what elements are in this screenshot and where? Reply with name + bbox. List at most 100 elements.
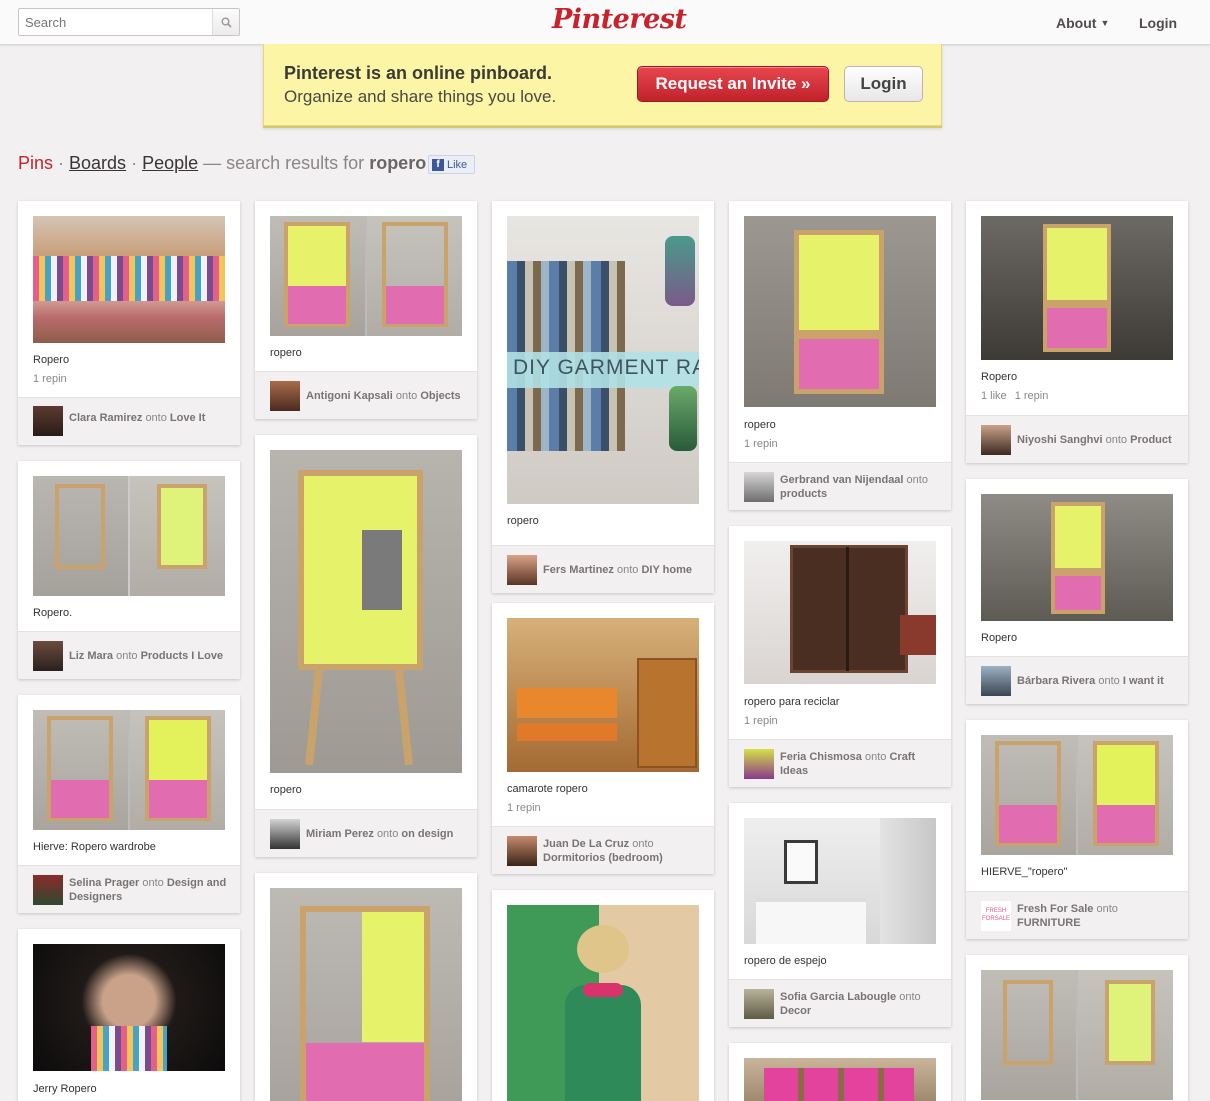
request-invite-button[interactable]: Request an Invite » [637, 66, 829, 102]
pinner-name[interactable]: Miriam Perez [306, 828, 374, 840]
pin-card[interactable] [966, 955, 1188, 1101]
onto-label: onto [145, 412, 167, 424]
pin-image[interactable] [744, 541, 936, 684]
separator: · [126, 153, 143, 173]
pin-attribution: Selina Prager onto Design and Designers [18, 865, 240, 913]
pin-image[interactable] [33, 476, 225, 596]
avatar[interactable] [270, 819, 300, 849]
pin-image[interactable] [33, 944, 225, 1071]
pinner-name[interactable]: Fresh For Sale [1017, 903, 1093, 915]
board-name[interactable]: on design [401, 828, 453, 840]
pin-image[interactable] [507, 905, 699, 1101]
board-name[interactable]: FURNITURE [1017, 917, 1081, 929]
pin-card[interactable]: DIY GARMENT RACK ropero Fers Martinez on… [492, 201, 714, 593]
board-name[interactable]: Dormitorios (bedroom) [543, 852, 663, 864]
pinner-name[interactable]: Niyoshi Sanghvi [1017, 434, 1103, 446]
pin-image[interactable] [981, 216, 1173, 360]
search-input[interactable] [19, 9, 213, 35]
board-name[interactable]: Product [1130, 434, 1172, 446]
pinner-name[interactable]: Clara Ramirez [69, 412, 142, 424]
pin-card[interactable]: Ropero 1 like 1 repin Niyoshi Sanghvi ont… [966, 201, 1188, 463]
avatar[interactable] [744, 749, 774, 779]
pin-attribution: Bárbara Rivera onto I want it [966, 656, 1188, 704]
pinner-name[interactable]: Selina Prager [69, 877, 139, 889]
board-name[interactable]: Objects [420, 390, 460, 402]
avatar[interactable] [744, 472, 774, 502]
pin-description: Ropero [981, 371, 1018, 383]
pin-card[interactable]: ropero para reciclar 1 repin Feria Chism… [729, 526, 951, 787]
pin-image[interactable] [507, 618, 699, 772]
image-overlay-text: DIY GARMENT RACK [513, 356, 699, 379]
pin-image[interactable] [744, 818, 936, 944]
avatar[interactable] [507, 555, 537, 585]
pin-card[interactable]: Hierve: Ropero wardrobe Selina Prager on… [18, 695, 240, 913]
pin-description: HIERVE_"ropero" [981, 866, 1068, 878]
pinner-name[interactable]: Juan De La Cruz [543, 838, 629, 850]
pinner-name[interactable]: Antigoni Kapsali [306, 390, 393, 402]
attribution-text: Gerbrand van Nijendaal onto products [780, 473, 940, 501]
pinner-name[interactable]: Sofia Garcia Labougle [780, 991, 896, 1003]
pin-card[interactable] [492, 890, 714, 1101]
pin-image[interactable] [33, 216, 225, 343]
search-button[interactable] [212, 9, 239, 35]
pin-image[interactable] [981, 735, 1173, 855]
top-bar: Pinterest About▼ Login [0, 0, 1210, 45]
pin-image[interactable] [270, 888, 462, 1101]
avatar[interactable] [33, 406, 63, 436]
pin-card[interactable]: Ropero Bárbara Rivera onto I want it [966, 479, 1188, 704]
onto-label: onto [632, 838, 654, 850]
pin-image[interactable] [33, 710, 225, 830]
pin-image[interactable]: DIY GARMENT RACK [507, 216, 699, 504]
pin-card[interactable]: ropero 1 repin Gerbrand van Nijendaal on… [729, 201, 951, 510]
pin-description: ropero [270, 347, 302, 359]
pin-image[interactable] [981, 970, 1173, 1100]
avatar[interactable] [981, 666, 1011, 696]
facebook-like-button[interactable]: f Like [428, 155, 475, 174]
attribution-text: Liz Mara onto Products I Love [69, 649, 229, 663]
board-name[interactable]: I want it [1123, 675, 1164, 687]
pinner-name[interactable]: Fers Martinez [543, 564, 614, 576]
avatar[interactable] [270, 381, 300, 411]
pin-card[interactable]: Ropero. Liz Mara onto Products I Love [18, 461, 240, 679]
fresh-for-sale-logo[interactable]: FRESH FORSALE [981, 901, 1011, 931]
avatar[interactable] [744, 989, 774, 1019]
pinner-name[interactable]: Liz Mara [69, 650, 113, 662]
board-name[interactable]: Products I Love [141, 650, 224, 662]
pin-card[interactable]: Jerry Ropero [18, 929, 240, 1101]
pin-card[interactable]: ropero Miriam Perez onto on design [255, 435, 477, 857]
board-name[interactable]: products [780, 488, 827, 500]
pin-image[interactable] [744, 1058, 936, 1101]
pinner-name[interactable]: Gerbrand van Nijendaal [780, 474, 903, 486]
search-box [18, 8, 240, 36]
filter-people[interactable]: People [142, 153, 198, 173]
onto-label: onto [616, 564, 639, 576]
board-name[interactable]: Love It [170, 412, 205, 424]
about-menu[interactable]: About ▼ [1056, 15, 1109, 31]
pin-card[interactable]: camarote ropero 1 repin Juan De La Cruz … [492, 603, 714, 874]
pinner-name[interactable]: Feria Chismosa [780, 751, 862, 763]
banner-login-button[interactable]: Login [844, 66, 923, 102]
avatar[interactable] [33, 641, 63, 671]
pin-image[interactable] [270, 450, 462, 773]
pin-image[interactable] [981, 494, 1173, 621]
pin-attribution: Miriam Perez onto on design [255, 809, 477, 857]
search-icon [221, 17, 232, 28]
filter-pins[interactable]: Pins [18, 153, 53, 173]
board-name[interactable]: DIY home [641, 564, 692, 576]
pin-card[interactable] [255, 873, 477, 1101]
filter-boards[interactable]: Boards [69, 153, 126, 173]
avatar[interactable] [507, 836, 537, 866]
pinner-name[interactable]: Bárbara Rivera [1017, 675, 1095, 687]
board-name[interactable]: Decor [780, 1005, 811, 1017]
pin-card[interactable]: ropero Antigoni Kapsali onto Objects [255, 201, 477, 419]
pinterest-logo[interactable]: Pinterest [552, 4, 687, 35]
avatar[interactable] [33, 875, 63, 905]
pin-card[interactable]: Ropero 1 repin Clara Ramirez onto Love I… [18, 201, 240, 445]
avatar[interactable] [981, 425, 1011, 455]
pin-image[interactable] [270, 216, 462, 336]
pin-image[interactable] [744, 216, 936, 407]
pin-card[interactable]: ropero de espejo Sofia Garcia Labougle o… [729, 803, 951, 1027]
pin-card[interactable] [729, 1043, 951, 1101]
pin-card[interactable]: HIERVE_"ropero" FRESH FORSALE Fresh For … [966, 720, 1188, 939]
header-login-link[interactable]: Login [1139, 15, 1177, 31]
